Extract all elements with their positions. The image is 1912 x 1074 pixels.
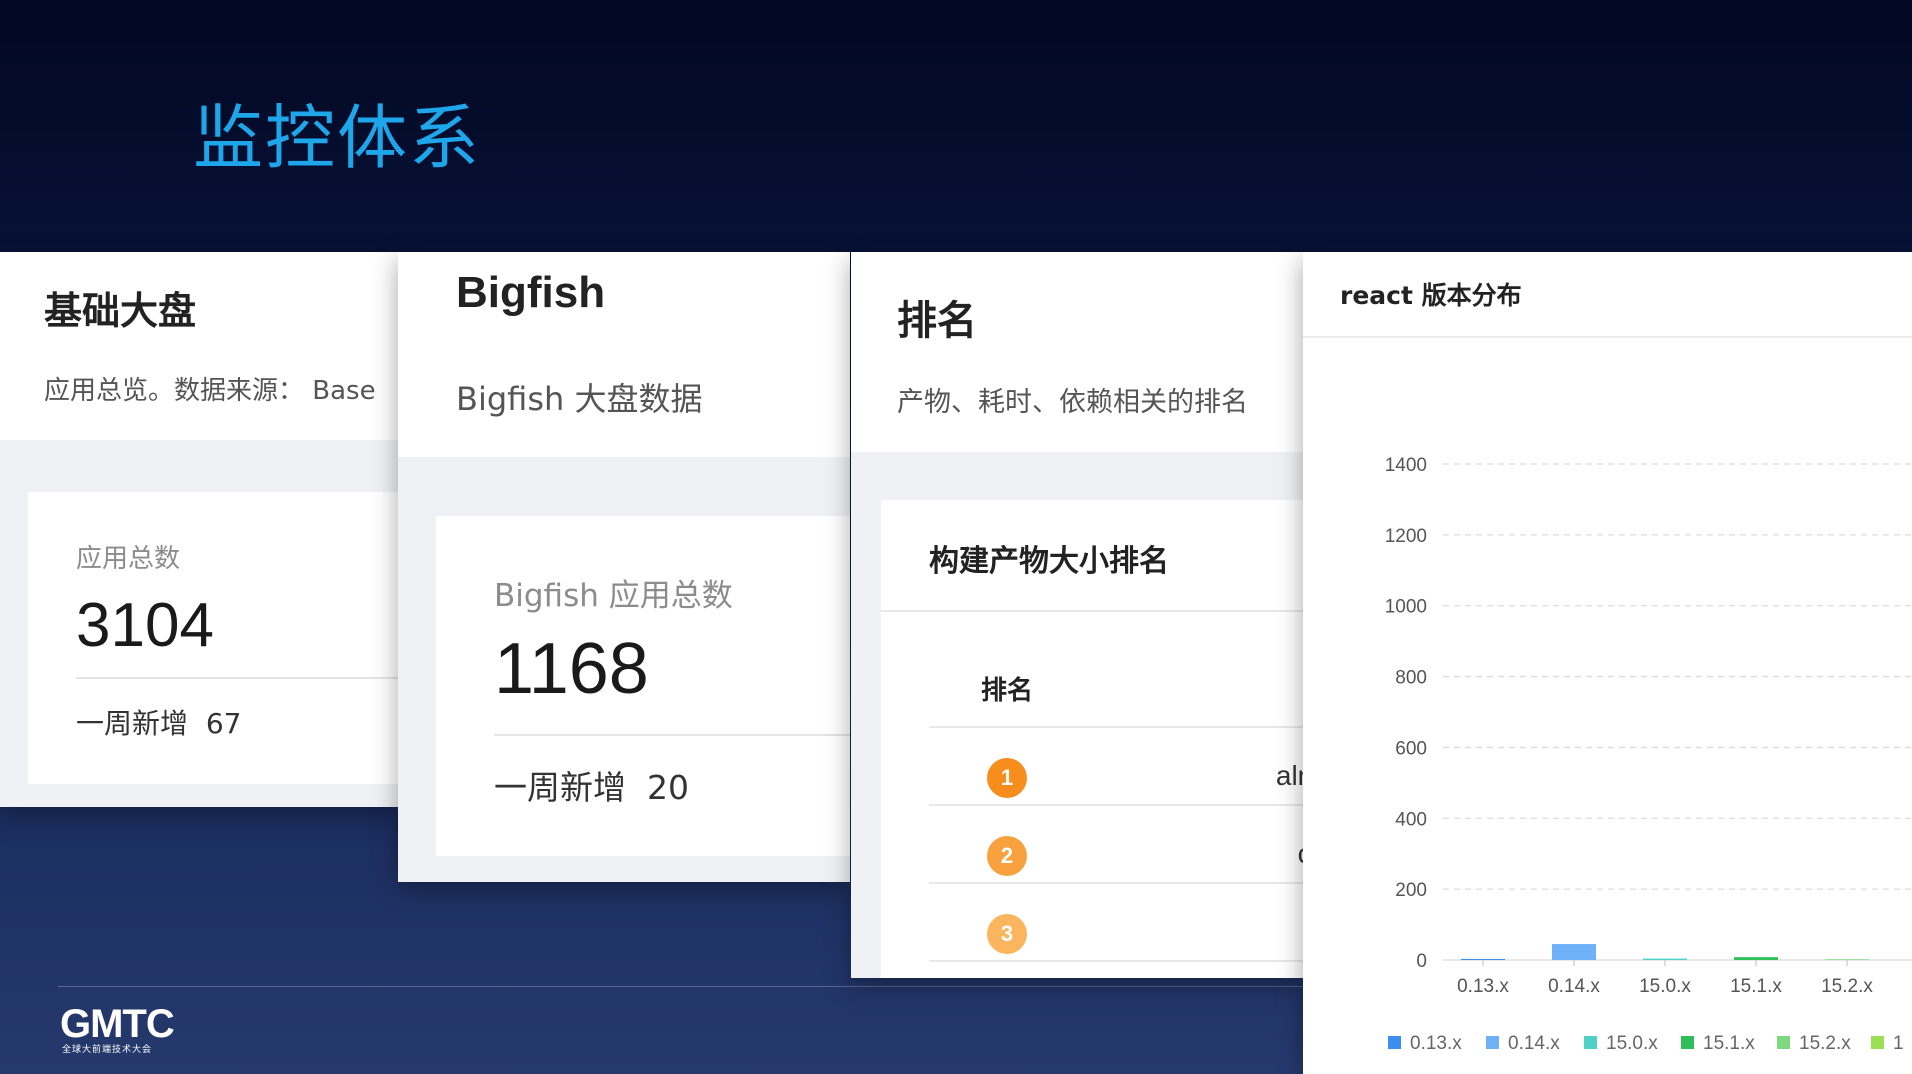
base-card-title: 基础大盘 [44, 289, 197, 333]
legend-swatch [1486, 1036, 1499, 1049]
bar [1825, 959, 1869, 960]
build-size-ranking-title: 构建产物大小排名 [929, 544, 1169, 579]
bigfish-card-header: Bigfish Bigfish 大盘数据 [398, 252, 850, 457]
gmtc-logo: GMTC 全球大前端技术大会 [60, 1004, 175, 1055]
x-tick-label: 15.2.x [1821, 976, 1873, 997]
rank-badge: 1 [987, 758, 1027, 798]
rank-badge: 3 [987, 914, 1027, 954]
bar [1734, 957, 1778, 960]
react-version-bar-chart: 0 200 400 600 800 1000 1200 1400 0.13.x 0.14.x 15.… [1385, 455, 1912, 1054]
app-total-value: 3104 [76, 591, 214, 660]
bar [1643, 958, 1687, 960]
y-tick-label: 600 [1395, 738, 1427, 759]
rank-badge: 2 [987, 836, 1027, 876]
x-tick-label: 15.1.x [1730, 976, 1782, 997]
y-tick-label: 400 [1395, 809, 1427, 830]
rank-item-name: alm [1275, 760, 1303, 791]
ranking-card-header: 排名 产物、耗时、依赖相关的排名 [851, 252, 1303, 452]
y-tick-label: 1000 [1385, 597, 1427, 618]
base-dashboard-card[interactable]: 基础大盘 应用总览。数据来源： Base 应用总数 3104 一周新增 67 [0, 252, 400, 807]
y-tick-label: 1200 [1385, 526, 1427, 547]
weekly-new-value: 20 [646, 768, 689, 807]
legend-label: 15.2.x [1799, 1033, 1851, 1054]
x-tick-label: 15.0.x [1639, 976, 1691, 997]
bigfish-app-total-label: Bigfish 应用总数 [494, 578, 733, 614]
bigfish-app-total-stat: Bigfish 应用总数 1168 一周新增 20 [436, 516, 850, 856]
x-tick-label: 0.14.x [1548, 976, 1600, 997]
y-tick-label: 1400 [1385, 455, 1427, 476]
legend-label: 1 [1893, 1033, 1904, 1054]
logo-subtext: 全球大前端技术大会 [62, 1045, 153, 1055]
ranking-card[interactable]: 排名 产物、耗时、依赖相关的排名 构建产物大小排名 排名 1 alm 2 cr … [851, 252, 1303, 978]
bigfish-dashboard-card[interactable]: Bigfish Bigfish 大盘数据 Bigfish 应用总数 1168 一… [398, 252, 850, 882]
bigfish-app-total-value: 1168 [494, 629, 649, 709]
table-header-divider [929, 726, 1303, 728]
y-tick-label: 200 [1395, 880, 1427, 901]
weekly-new-stat: 一周新增 67 [76, 702, 241, 742]
legend-swatch [1388, 1036, 1401, 1049]
app-total-label: 应用总数 [76, 544, 181, 574]
logo-text: GMTC [60, 1002, 175, 1046]
row-divider [929, 804, 1303, 806]
ranking-card-subtitle: 产物、耗时、依赖相关的排名 [897, 387, 1248, 418]
y-tick-label: 0 [1416, 951, 1427, 972]
weekly-new-label: 一周新增 [494, 768, 626, 807]
build-size-ranking-panel: 构建产物大小排名 排名 1 alm 2 cr 3 s [881, 500, 1303, 978]
x-tick-label: 0.13.x [1457, 976, 1509, 997]
stat-divider [494, 734, 850, 736]
app-total-stat: 应用总数 3104 一周新增 67 [28, 492, 400, 784]
legend-swatch [1584, 1036, 1597, 1049]
ranking-card-title: 排名 [897, 298, 977, 344]
rank-column-header: 排名 [981, 676, 1034, 706]
base-card-subtitle: 应用总览。数据来源： Base [44, 376, 376, 406]
bigfish-card-subtitle: Bigfish 大盘数据 [456, 380, 703, 418]
legend-swatch [1871, 1036, 1884, 1049]
footer-divider [58, 986, 1318, 987]
slide-title: 监控体系 [193, 97, 481, 179]
base-card-header: 基础大盘 应用总览。数据来源： Base [0, 252, 400, 440]
legend-label: 15.0.x [1606, 1033, 1658, 1054]
bar [1461, 958, 1505, 960]
row-divider [929, 960, 1303, 962]
legend-swatch [1777, 1036, 1790, 1049]
react-version-card[interactable]: react 版本分布 0 200 400 600 800 1000 1200 1400 0.13… [1303, 252, 1912, 1074]
y-tick-label: 800 [1395, 668, 1427, 689]
legend-label: 15.1.x [1703, 1033, 1755, 1054]
legend-swatch [1681, 1036, 1694, 1049]
weekly-new-label: 一周新增 [76, 707, 189, 740]
legend-label: 0.14.x [1508, 1033, 1560, 1054]
row-divider [929, 882, 1303, 884]
stat-divider [76, 677, 400, 679]
bigfish-card-title: Bigfish [456, 268, 606, 317]
bigfish-weekly-new-stat: 一周新增 20 [494, 761, 689, 809]
bar [1552, 944, 1596, 960]
weekly-new-value: 67 [205, 707, 242, 740]
legend-label: 0.13.x [1410, 1033, 1462, 1054]
panel-divider [881, 610, 1303, 612]
